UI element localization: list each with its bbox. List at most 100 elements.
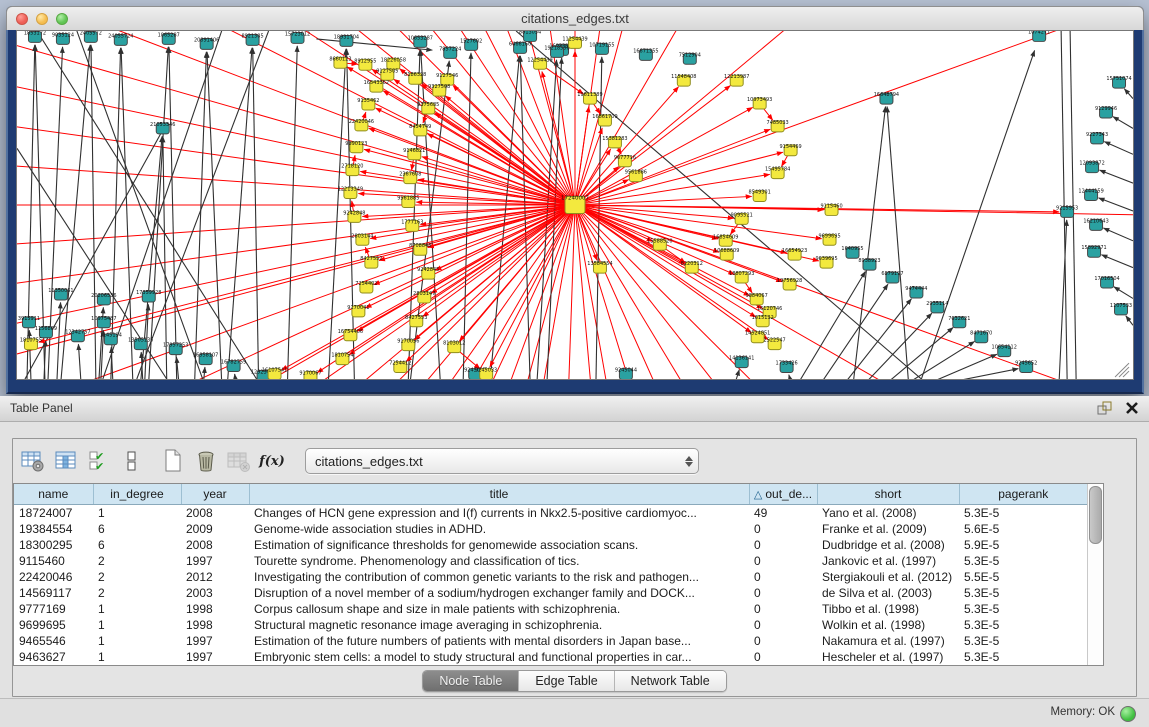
column-header-year[interactable]: year bbox=[181, 484, 249, 505]
network-node[interactable]: 8938923 bbox=[858, 258, 880, 270]
table-cell[interactable]: Yano et al. (2008) bbox=[817, 505, 959, 522]
table-cell[interactable]: Changes of HCN gene expression and I(f) … bbox=[249, 505, 749, 522]
column-header-in_degree[interactable]: in_degree bbox=[93, 484, 181, 505]
network-node[interactable]: 7254402 bbox=[355, 281, 377, 293]
table-cell[interactable]: 2 bbox=[93, 585, 181, 601]
table-cell[interactable]: 2008 bbox=[181, 505, 249, 522]
table-cell[interactable]: Wolkin et al. (1998) bbox=[817, 617, 959, 633]
table-row[interactable]: 1872400712008Changes of HCN gene express… bbox=[14, 505, 1088, 522]
network-canvas[interactable]: 1853172903512424055722405572410652872089… bbox=[16, 30, 1134, 380]
network-node[interactable]: 1733426 bbox=[776, 361, 798, 373]
network-node[interactable]: 9474444 bbox=[905, 286, 927, 298]
table-cell[interactable]: 18724007 bbox=[14, 505, 93, 522]
network-node[interactable]: 12213987 bbox=[724, 74, 749, 86]
network-node[interactable]: 8103012 bbox=[443, 341, 465, 353]
table-cell[interactable]: 1 bbox=[93, 617, 181, 633]
network-node[interactable]: 17016504 bbox=[1094, 276, 1119, 288]
network-node[interactable]: 9884067 bbox=[746, 293, 768, 305]
network-node[interactable]: 10653287 bbox=[408, 35, 433, 47]
table-cell[interactable]: 5.9E-5 bbox=[959, 537, 1088, 553]
table-cell[interactable]: 49 bbox=[749, 505, 817, 522]
network-node[interactable]: 2718120 bbox=[341, 164, 363, 176]
table-cell[interactable]: Corpus callosum shape and size in male p… bbox=[249, 601, 749, 617]
network-node[interactable]: 15495784 bbox=[765, 167, 790, 179]
table-cell[interactable]: 6 bbox=[93, 521, 181, 537]
select-all-button[interactable]: ✔ ✔ bbox=[85, 447, 113, 475]
table-scrollbar[interactable] bbox=[1087, 484, 1103, 665]
network-node[interactable]: 10719155 bbox=[589, 42, 614, 54]
network-node[interactable]: 2367608 bbox=[399, 172, 421, 184]
network-node[interactable]: 8220312 bbox=[681, 261, 703, 273]
network-node[interactable]: 16671355 bbox=[633, 48, 658, 60]
table-cell[interactable]: 2003 bbox=[181, 585, 249, 601]
minimize-window-button[interactable] bbox=[36, 13, 48, 25]
network-node[interactable]: 9095521 bbox=[731, 212, 753, 224]
network-node[interactable]: 9170056 bbox=[397, 339, 419, 351]
table-cell[interactable]: Structural magnetic resonance image aver… bbox=[249, 617, 749, 633]
table-cell[interactable]: 2 bbox=[93, 569, 181, 585]
network-node[interactable]: 7632621 bbox=[948, 316, 970, 328]
table-cell[interactable]: Jankovic et al. (1997) bbox=[817, 553, 959, 569]
network-node[interactable]: 8921305 bbox=[241, 33, 263, 45]
tab-node-table[interactable]: Node Table bbox=[423, 671, 519, 691]
network-node[interactable]: 18807293 bbox=[729, 271, 754, 283]
table-cell[interactable]: 0 bbox=[749, 617, 817, 633]
table-cell[interactable]: 18300295 bbox=[14, 537, 93, 553]
table-cell[interactable]: 9699695 bbox=[14, 617, 93, 633]
network-node[interactable]: 7857224 bbox=[439, 46, 461, 58]
network-node[interactable]: 9215953 bbox=[1056, 205, 1078, 217]
network-node[interactable]: 12254439 bbox=[527, 57, 552, 69]
table-cell[interactable]: Estimation of significance thresholds fo… bbox=[249, 537, 749, 553]
network-node[interactable]: 9170067 bbox=[299, 371, 321, 379]
network-node[interactable]: 9677716 bbox=[614, 155, 636, 167]
network-node[interactable]: 7512904 bbox=[679, 52, 701, 64]
table-cell[interactable]: Dudbridge et al. (2008) bbox=[817, 537, 959, 553]
table-cell[interactable]: 2 bbox=[93, 553, 181, 569]
network-node[interactable]: 18931704 bbox=[334, 34, 359, 46]
table-cell[interactable]: 1998 bbox=[181, 601, 249, 617]
table-cell[interactable]: 0 bbox=[749, 521, 817, 537]
table-row[interactable]: 1456911722003Disruption of a novel membe… bbox=[14, 585, 1088, 601]
table-row[interactable]: 977716911998Corpus callosum shape and si… bbox=[14, 601, 1088, 617]
float-panel-button[interactable] bbox=[1095, 399, 1113, 417]
table-cell[interactable]: 9463627 bbox=[14, 649, 93, 665]
table-cell[interactable]: 0 bbox=[749, 649, 817, 665]
table-cell[interactable]: 1 bbox=[93, 649, 181, 665]
network-node[interactable]: 9154469 bbox=[780, 144, 802, 156]
network-node[interactable]: 14136141 bbox=[729, 356, 754, 368]
table-cell[interactable]: 0 bbox=[749, 569, 817, 585]
network-node[interactable]: 1107533 bbox=[1110, 303, 1132, 315]
row-options-button[interactable] bbox=[118, 447, 146, 475]
close-panel-button[interactable] bbox=[1123, 399, 1141, 417]
table-cell[interactable]: 6 bbox=[93, 537, 181, 553]
table-cell[interactable]: 9465546 bbox=[14, 633, 93, 649]
network-node[interactable]: 1065287 bbox=[158, 32, 180, 44]
table-cell[interactable]: Stergiakouli et al. (2012) bbox=[817, 569, 959, 585]
network-node[interactable]: 24055724 bbox=[108, 33, 133, 45]
table-row[interactable]: 2242004622012Investigating the contribut… bbox=[14, 569, 1088, 585]
table-cell[interactable]: Franke et al. (2009) bbox=[817, 521, 959, 537]
network-node[interactable]: 19756928 bbox=[777, 278, 802, 290]
column-header-title[interactable]: title bbox=[249, 484, 749, 505]
network-node[interactable]: 17240007 bbox=[561, 196, 589, 214]
network-node[interactable]: 9035124 bbox=[52, 32, 74, 44]
window-titlebar[interactable]: citations_edges.txt bbox=[6, 6, 1144, 32]
table-cell[interactable]: 0 bbox=[749, 633, 817, 649]
table-cell[interactable]: Embryonic stem cells: a model to study s… bbox=[249, 649, 749, 665]
network-node[interactable]: 10973493 bbox=[747, 97, 772, 109]
table-cell[interactable]: Estimation of the future numbers of pati… bbox=[249, 633, 749, 649]
table-cell[interactable]: 1997 bbox=[181, 649, 249, 665]
table-cell[interactable]: 2008 bbox=[181, 537, 249, 553]
new-column-button[interactable] bbox=[159, 447, 187, 475]
network-node[interactable]: 1527602 bbox=[460, 38, 482, 50]
table-cell[interactable]: 5.3E-5 bbox=[959, 505, 1088, 522]
delete-column-button[interactable] bbox=[192, 447, 220, 475]
table-row[interactable]: 1830029562008Estimation of significance … bbox=[14, 537, 1088, 553]
table-cell[interactable]: Investigating the contribution of common… bbox=[249, 569, 749, 585]
network-node[interactable]: 11548408 bbox=[671, 74, 696, 86]
table-cell[interactable]: Hescheler et al. (1997) bbox=[817, 649, 959, 665]
network-node[interactable]: 1810754 bbox=[331, 353, 353, 365]
table-row[interactable]: 911546021997Tourette syndrome. Phenomeno… bbox=[14, 553, 1088, 569]
network-node[interactable]: 16648794 bbox=[874, 92, 899, 104]
table-cell[interactable]: 1 bbox=[93, 601, 181, 617]
